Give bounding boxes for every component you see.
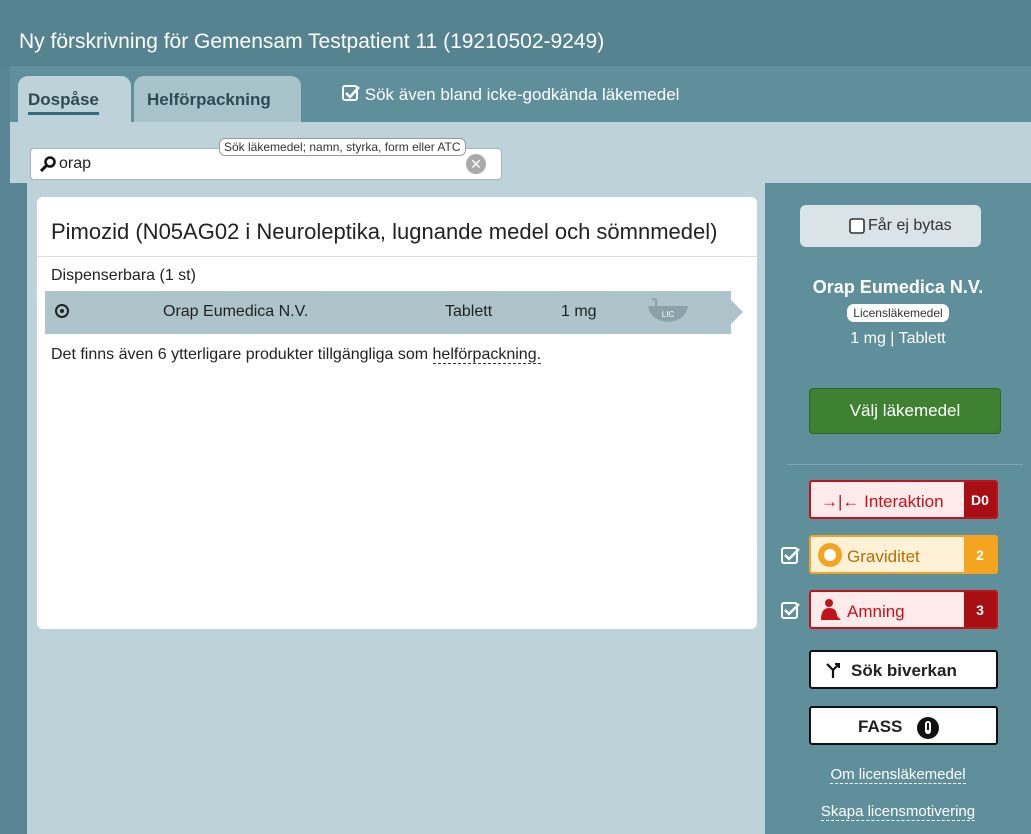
selected-product-name: Orap Eumedica N.V. <box>812 277 984 297</box>
search-side-effect-button[interactable]: Sök biverkan <box>809 650 998 689</box>
interaction-text: Interaktion <box>864 492 944 511</box>
breastfeeding-label: Amning <box>847 602 905 621</box>
breastfeeding-checkbox[interactable] <box>781 600 801 625</box>
no-swap-checkbox[interactable]: Får ej bytas <box>800 205 981 247</box>
about-link-text: Om licensläkemedel <box>830 766 966 784</box>
search-icon <box>39 156 56 177</box>
fass-label: FASS <box>858 717 903 736</box>
include-unapproved-label: Sök även bland icke-godkända läkemedel <box>364 85 680 104</box>
pregnancy-button[interactable]: Graviditet 2 <box>809 535 998 574</box>
note-text: Det finns även 6 ytterligare produkter t… <box>51 346 433 363</box>
create-link-text: Skapa licensmotivering <box>820 803 976 821</box>
create-license-motivation-link[interactable]: Skapa licensmotivering <box>765 803 1031 821</box>
fass-logo-icon <box>916 716 940 745</box>
search-tooltip: Sök läkemedel; namn, styrka, form eller … <box>219 138 466 156</box>
results-area: Pimozid (N05AG02 i Neuroleptika, lugnand… <box>27 183 765 834</box>
radio-selected-icon[interactable] <box>55 304 69 318</box>
pregnancy-checkbox[interactable] <box>781 545 801 570</box>
tab-dospase[interactable]: Dospåse <box>18 76 131 122</box>
interaction-button[interactable]: →|← Interaktion D0 <box>809 480 998 519</box>
title-bar: Ny förskrivning för Gemensam Testpatient… <box>0 0 1031 66</box>
breastfeeding-badge: 3 <box>964 592 996 627</box>
branch-arrow-icon <box>823 660 843 685</box>
checkbox-checked-icon <box>781 547 800 564</box>
more-products-note: Det finns även 6 ytterligare produkter t… <box>51 346 542 364</box>
tab-bar: Dospåse Helförpackning Sök även bland ic… <box>10 66 1031 122</box>
tab-label: Helförpackning <box>147 90 271 109</box>
sidebar-divider <box>787 464 1023 465</box>
product-name: Orap Eumedica N.V. <box>163 303 309 320</box>
window-title: Ny förskrivning för Gemensam Testpatient… <box>19 30 605 53</box>
product-form: Tablett <box>445 303 493 320</box>
clear-search-icon[interactable]: ✕ <box>466 154 486 174</box>
interaction-label: →|← Interaktion <box>821 492 944 512</box>
checkbox-empty-icon <box>849 218 865 239</box>
choose-medicine-button[interactable]: Välj läkemedel <box>809 388 1001 434</box>
interaction-arrows-icon: →|← <box>821 492 860 511</box>
pregnancy-badge: 2 <box>964 537 996 572</box>
include-unapproved-checkbox[interactable]: Sök även bland icke-godkända läkemedel <box>342 84 679 107</box>
license-medicine-icon: LIC <box>646 298 690 329</box>
breastfeeding-button[interactable]: Amning 3 <box>809 590 998 629</box>
interaction-badge: D0 <box>964 482 996 517</box>
about-license-medicine-link[interactable]: Om licensläkemedel <box>765 766 1031 784</box>
search-value: orap <box>59 155 92 172</box>
selected-product-dose: 1 mg | Tablett <box>850 330 946 347</box>
checkbox-checked-icon <box>781 602 800 619</box>
helforpackning-link[interactable]: helförpackning. <box>432 346 542 364</box>
pregnancy-icon <box>817 542 843 573</box>
search-area: orap ✕ Sök läkemedel; namn, styrka, form… <box>10 122 1031 183</box>
group-label: Dispenserbara (1 st) <box>51 267 196 284</box>
result-card: Pimozid (N05AG02 i Neuroleptika, lugnand… <box>37 197 757 629</box>
no-swap-label: Får ej bytas <box>868 217 952 234</box>
side-effect-label: Sök biverkan <box>851 661 957 680</box>
product-strength: 1 mg <box>561 303 597 320</box>
lic-badge-text: LIC <box>662 310 675 319</box>
fass-button[interactable]: FASS <box>809 706 998 745</box>
checkbox-checked-icon <box>342 84 360 107</box>
tab-label: Dospåse <box>28 90 99 115</box>
breastfeeding-icon <box>819 598 843 627</box>
product-sidebar: Får ej bytas Orap Eumedica N.V. Licenslä… <box>765 183 1031 834</box>
table-row[interactable]: Orap Eumedica N.V. Tablett 1 mg LIC <box>45 291 743 334</box>
pregnancy-label: Graviditet <box>847 547 920 566</box>
tab-helforpackning[interactable]: Helförpackning <box>134 76 301 122</box>
selected-product-info: Orap Eumedica N.V. Licensläkemedel 1 mg … <box>765 277 1031 348</box>
substance-heading: Pimozid (N05AG02 i Neuroleptika, lugnand… <box>51 219 718 244</box>
license-badge: Licensläkemedel <box>847 304 949 322</box>
group-header: Dispenserbara (1 st) <box>37 256 757 292</box>
